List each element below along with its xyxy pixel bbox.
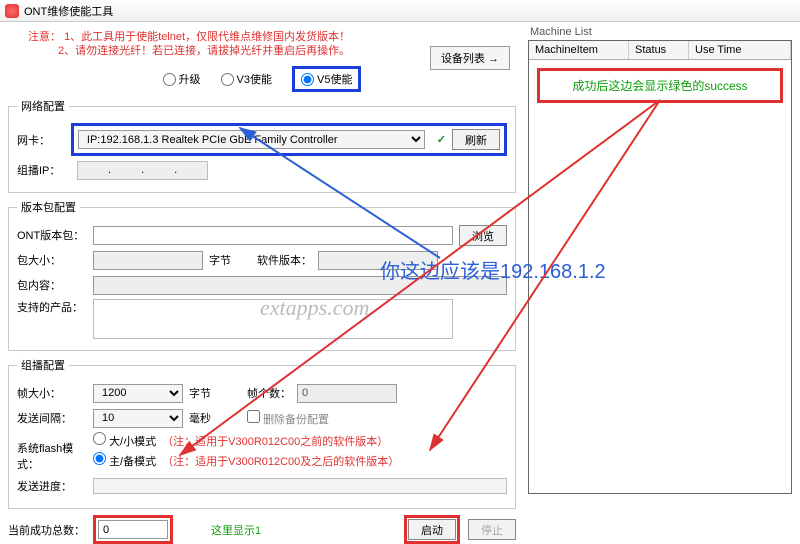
size-input	[93, 251, 203, 270]
machine-list-header: MachineItem Status Use Time	[529, 41, 791, 60]
flash-note-2: （注：适用于V300R012C00及之后的软件版本）	[162, 456, 399, 468]
browse-button[interactable]: 浏览	[459, 225, 507, 246]
flash-mode-label: 系统flash模式：	[17, 432, 87, 472]
multicast-ip-label: 组播IP：	[17, 162, 71, 178]
frame-size-label: 帧大小：	[17, 385, 87, 401]
notice-line-2: 2、请勿连接光纤！若已连接，请拔掉光纤并重启后再操作。	[58, 45, 350, 57]
title-bar: ONT维修使能工具	[0, 0, 800, 22]
check-icon: ✓	[437, 133, 446, 146]
radio-v5[interactable]: V5使能	[301, 71, 352, 87]
notice-label: 注意：	[28, 31, 61, 43]
success-annotation-box: 成功后这边会显示绿色的success	[537, 68, 783, 103]
machine-list-table: MachineItem Status Use Time 成功后这边会显示绿色的s…	[528, 40, 792, 494]
stop-button: 停止	[468, 519, 516, 540]
product-label: 支持的产品：	[17, 299, 87, 315]
success-count-label: 当前成功总数：	[8, 522, 85, 538]
right-panel: Machine List MachineItem Status Use Time…	[524, 22, 800, 502]
pkg-label: ONT版本包：	[17, 227, 87, 243]
network-config-legend: 网络配置	[17, 98, 69, 114]
network-config-fieldset: 网络配置 网卡： IP:192.168.1.3 Realtek PCIe GbE…	[8, 98, 516, 193]
delete-backup-checkbox[interactable]: 删除备份配置	[247, 410, 329, 427]
swver-label: 软件版本：	[257, 252, 312, 268]
window-title: ONT维修使能工具	[24, 3, 113, 19]
multicast-config-legend: 组播配置	[17, 357, 69, 373]
multicast-config-fieldset: 组播配置 帧大小： 1200 字节 帧个数： 发送间隔： 10 毫秒 删除备份配…	[8, 357, 516, 509]
col-machine-item: MachineItem	[529, 41, 629, 59]
flash-radio-bigsmall[interactable]: 大/小模式	[93, 436, 156, 448]
progress-label: 发送进度：	[17, 478, 87, 494]
radio-v3[interactable]: V3使能	[221, 66, 272, 92]
interval-select[interactable]: 10	[93, 409, 183, 428]
radio-upgrade[interactable]: 升级	[163, 66, 201, 92]
frame-count-label: 帧个数：	[247, 385, 291, 401]
device-list-button[interactable]: 设备列表 →	[430, 46, 510, 70]
start-button[interactable]: 启动	[408, 519, 456, 540]
nic-label: 网卡：	[17, 132, 65, 148]
bottom-bar: 当前成功总数： 这里显示1 启动 停止	[8, 515, 516, 544]
content-label: 包内容：	[17, 277, 87, 293]
flash-note-1: （注：适用于V300R012C00之前的软件版本）	[162, 436, 388, 448]
success-annotation-text: 成功后这边会显示绿色的success	[572, 79, 747, 93]
version-package-fieldset: 版本包配置 ONT版本包： 浏览 包大小： 字节 软件版本： 包内容： 支持的产…	[8, 199, 516, 351]
size-unit: 字节	[209, 252, 231, 268]
version-package-legend: 版本包配置	[17, 199, 80, 215]
product-list	[93, 299, 453, 339]
interval-unit: 毫秒	[189, 410, 211, 426]
notice-line-1: 1、此工具用于使能telnet，仅限代维点维修国内发货版本！	[64, 31, 350, 43]
content-input	[93, 276, 507, 295]
progress-bar	[93, 478, 507, 494]
nic-select[interactable]: IP:192.168.1.3 Realtek PCIe GbE Family C…	[78, 130, 425, 149]
col-status: Status	[629, 41, 689, 59]
refresh-button[interactable]: 刷新	[452, 129, 500, 150]
success-count-input[interactable]	[98, 520, 168, 539]
col-use-time: Use Time	[689, 41, 791, 59]
app-logo-icon	[5, 4, 19, 18]
frame-count-input	[297, 384, 397, 403]
left-panel: 注意： 1、此工具用于使能telnet，仅限代维点维修国内发货版本！ 2、请勿连…	[0, 22, 524, 502]
frame-size-unit: 字节	[189, 385, 211, 401]
size-label: 包大小：	[17, 252, 87, 268]
annotation-here-shows-1: 这里显示1	[211, 522, 261, 538]
machine-list-title: Machine List	[528, 26, 792, 38]
interval-label: 发送间隔：	[17, 410, 87, 426]
pkg-path-input[interactable]	[93, 226, 453, 245]
swver-input	[318, 251, 438, 270]
flash-radio-mainbackup[interactable]: 主/备模式	[93, 456, 156, 468]
multicast-ip-input[interactable]: 224. 0. 0. 99	[77, 161, 208, 180]
frame-size-select[interactable]: 1200	[93, 384, 183, 403]
